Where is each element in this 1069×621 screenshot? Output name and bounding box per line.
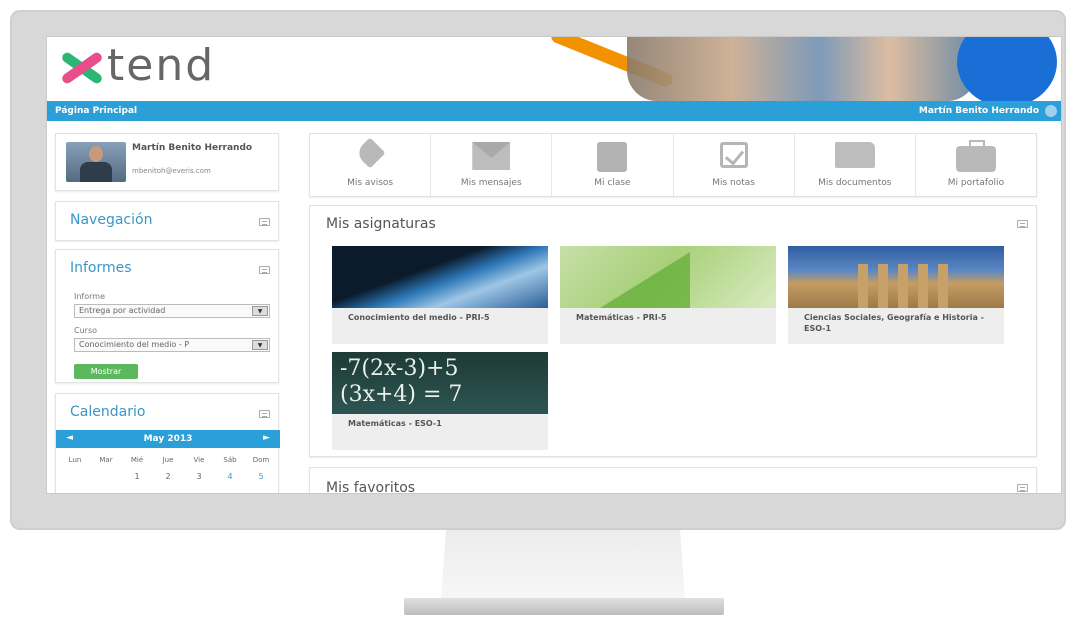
report-label: Informe (74, 292, 106, 301)
user-menu[interactable]: Martín Benito Herrando (919, 106, 1039, 116)
report-select-value: Entrega por actividad (79, 306, 166, 315)
calendar-day[interactable]: 3 (184, 472, 214, 481)
weekday: Lun (68, 456, 82, 464)
prev-month-icon[interactable]: ◄ (66, 433, 73, 443)
course-name: Matemáticas - PRI-5 (576, 313, 667, 322)
report-select[interactable]: Entrega por actividad ▼ (74, 304, 270, 318)
course-card[interactable]: Matemáticas - PRI-5 (560, 246, 776, 344)
shortcut-documentos[interactable]: Mis documentos (795, 134, 916, 196)
pin-icon (354, 137, 386, 169)
collapse-icon[interactable] (1017, 484, 1028, 492)
calendar-month: May 2013 (143, 434, 193, 444)
calendar-week: 1 2 3 4 5 (60, 472, 276, 481)
course-name: Conocimiento del medio - PRI-5 (348, 313, 490, 322)
weekday: Jue (162, 456, 174, 464)
calendar-day[interactable]: 5 (246, 472, 276, 481)
weekday: Vie (193, 456, 205, 464)
chevron-down-icon: ▼ (252, 340, 268, 350)
shortcut-portafolio[interactable]: Mi portafolio (916, 134, 1036, 196)
course-image (560, 246, 776, 308)
logo-text: tend (107, 39, 216, 91)
avatar[interactable] (66, 142, 126, 182)
calendar-day[interactable]: 4 (215, 472, 245, 481)
course-name: Ciencias Sociales, Geografía e Historia … (804, 313, 984, 333)
shortcut-label: Mi portafolio (947, 178, 1005, 188)
course-name: Matemáticas - ESO-1 (348, 419, 442, 428)
header: tend (47, 37, 1061, 101)
xtend-logo[interactable]: tend (57, 39, 216, 91)
calendar-title: Calendario (70, 404, 146, 420)
home-link[interactable]: Página Principal (55, 106, 137, 116)
collapse-icon[interactable] (259, 410, 270, 418)
calendar-month-bar: May 2013 ◄ ► (56, 430, 280, 448)
shortcut-mensajes[interactable]: Mis mensajes (431, 134, 553, 196)
profile-card: Martín Benito Herrando mbenitoh@everis.c… (55, 133, 279, 191)
show-button[interactable]: Mostrar (74, 364, 138, 379)
subjects-block: Mis asignaturas Conocimiento del medio -… (309, 205, 1037, 457)
profile-email: mbenitoh@everis.com (132, 167, 211, 175)
logo-x-mark (57, 43, 105, 91)
collapse-icon[interactable] (259, 266, 270, 274)
screen: tend Página Principal Martín Benito Herr… (46, 36, 1062, 494)
subjects-title: Mis asignaturas (326, 216, 436, 232)
monitor-frame: tend Página Principal Martín Benito Herr… (10, 10, 1066, 530)
briefcase-icon (955, 140, 996, 172)
shortcut-clase[interactable]: Mi clase (552, 134, 674, 196)
weekday: Mar (99, 456, 113, 464)
reports-title: Informes (70, 260, 132, 276)
monitor-mockup: tend Página Principal Martín Benito Herr… (0, 0, 1069, 621)
shortcut-label: Mis mensajes (460, 178, 522, 188)
folder-icon (834, 142, 875, 168)
collapse-icon[interactable] (259, 218, 270, 226)
favorites-block: Mis favoritos (309, 467, 1037, 494)
class-icon (597, 142, 628, 172)
course-image (332, 246, 548, 308)
course-label: Curso (74, 326, 98, 335)
course-card[interactable]: Ciencias Sociales, Geografía e Historia … (788, 246, 1004, 344)
calendar-day[interactable]: 1 (122, 472, 152, 481)
calendar-day[interactable]: 2 (153, 472, 183, 481)
navigation-title[interactable]: Navegación (70, 212, 152, 228)
monitor-stand-base (404, 598, 724, 615)
calendar-day (91, 472, 121, 481)
header-banner-image (517, 37, 1061, 101)
course-card[interactable]: -7(2x-3)+5 (3x+4) = 7 Matemáticas - ESO-… (332, 352, 548, 450)
weekday: Sáb (223, 456, 237, 464)
favorites-title: Mis favoritos (326, 480, 416, 494)
board-text: (3x+4) = 7 (340, 382, 463, 407)
course-select[interactable]: Conocimiento del medio - P ▼ (74, 338, 270, 352)
monitor-stand-neck (441, 530, 685, 600)
checkbox-icon (719, 142, 748, 168)
shortcut-label: Mis documentos (818, 178, 892, 188)
top-navbar: Página Principal Martín Benito Herrando (47, 101, 1061, 121)
collapse-icon[interactable] (1017, 220, 1028, 228)
next-month-icon[interactable]: ► (263, 433, 270, 443)
shortcuts-bar: Mis avisos Mis mensajes Mi clase Mis not… (309, 133, 1037, 197)
shortcut-label: Mi clase (594, 178, 631, 188)
shortcut-label: Mis notas (712, 178, 755, 188)
course-image (788, 246, 1004, 308)
envelope-icon (472, 142, 511, 170)
course-card[interactable]: Conocimiento del medio - PRI-5 (332, 246, 548, 344)
board-text: -7(2x-3)+5 (340, 356, 459, 381)
calendar-block: Calendario May 2013 ◄ ► Lun Mar Mié Jue … (55, 393, 280, 493)
calendar-day (60, 472, 90, 481)
profile-name[interactable]: Martín Benito Herrando (132, 143, 272, 154)
calendar-weekdays: Lun Mar Mié Jue Vie Sáb Dom (60, 456, 276, 464)
user-icon[interactable] (1045, 105, 1057, 117)
course-select-value: Conocimiento del medio - P (79, 340, 190, 349)
navigation-block: Navegación (55, 201, 279, 241)
course-image: -7(2x-3)+5 (3x+4) = 7 (332, 352, 548, 414)
reports-block: Informes Informe Entrega por actividad ▼… (55, 249, 279, 383)
shortcut-avisos[interactable]: Mis avisos (310, 134, 432, 196)
chevron-down-icon: ▼ (252, 306, 268, 316)
weekday: Dom (252, 456, 270, 464)
shortcut-label: Mis avisos (347, 178, 394, 188)
shortcut-notas[interactable]: Mis notas (674, 134, 795, 196)
weekday: Mié (130, 456, 144, 464)
